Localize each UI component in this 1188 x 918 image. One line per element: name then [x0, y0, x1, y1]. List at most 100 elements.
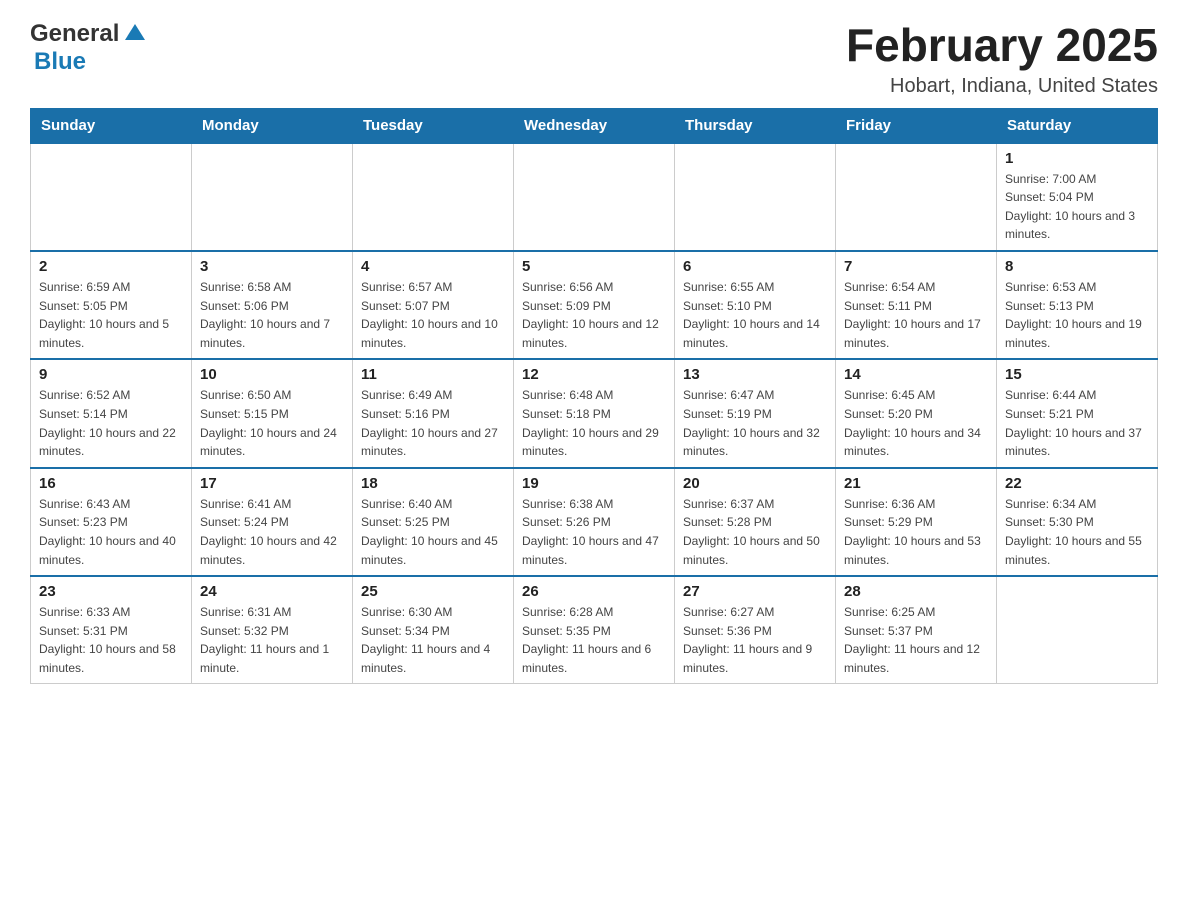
logo-general-text: General: [30, 20, 119, 48]
calendar-cell: 6 Sunrise: 6:55 AMSunset: 5:10 PMDaylight…: [675, 251, 836, 359]
day-number: 12: [522, 366, 666, 383]
day-number: 27: [683, 583, 827, 600]
title-block: February 2025 Hobart, Indiana, United St…: [846, 20, 1158, 98]
calendar-cell: 22 Sunrise: 6:34 AMSunset: 5:30 PMDayligh…: [997, 468, 1158, 576]
calendar-cell: [192, 143, 353, 251]
calendar-cell: 7 Sunrise: 6:54 AMSunset: 5:11 PMDaylight…: [836, 251, 997, 359]
logo-icon: [121, 20, 149, 48]
day-number: 23: [39, 583, 183, 600]
day-info: Sunrise: 7:00 AMSunset: 5:04 PMDaylight:…: [1005, 170, 1149, 244]
day-number: 28: [844, 583, 988, 600]
calendar-cell: 28 Sunrise: 6:25 AMSunset: 5:37 PMDayligh…: [836, 576, 997, 684]
weekday-header-friday: Friday: [836, 108, 997, 143]
page-header: General Blue February 2025 Hobart, India…: [30, 20, 1158, 98]
calendar-week-row: 1Sunrise: 7:00 AMSunset: 5:04 PMDaylight…: [31, 143, 1158, 251]
day-info: Sunrise: 6:49 AMSunset: 5:16 PMDaylight:…: [361, 386, 505, 460]
day-info: Sunrise: 6:40 AMSunset: 5:25 PMDaylight:…: [361, 495, 505, 569]
weekday-header-wednesday: Wednesday: [514, 108, 675, 143]
day-number: 17: [200, 475, 344, 492]
calendar-table: SundayMondayTuesdayWednesdayThursdayFrid…: [30, 108, 1158, 685]
day-info: Sunrise: 6:41 AMSunset: 5:24 PMDaylight:…: [200, 495, 344, 569]
day-info: Sunrise: 6:55 AMSunset: 5:10 PMDaylight:…: [683, 278, 827, 352]
day-info: Sunrise: 6:43 AMSunset: 5:23 PMDaylight:…: [39, 495, 183, 569]
calendar-cell: 12 Sunrise: 6:48 AMSunset: 5:18 PMDayligh…: [514, 359, 675, 467]
day-number: 5: [522, 258, 666, 275]
calendar-cell: 16 Sunrise: 6:43 AMSunset: 5:23 PMDayligh…: [31, 468, 192, 576]
day-number: 26: [522, 583, 666, 600]
day-number: 8: [1005, 258, 1149, 275]
month-title: February 2025: [846, 20, 1158, 71]
day-info: Sunrise: 6:53 AMSunset: 5:13 PMDaylight:…: [1005, 278, 1149, 352]
day-info: Sunrise: 6:31 AMSunset: 5:32 PMDaylight:…: [200, 603, 344, 677]
day-info: Sunrise: 6:45 AMSunset: 5:20 PMDaylight:…: [844, 386, 988, 460]
day-number: 11: [361, 366, 505, 383]
calendar-cell: 8 Sunrise: 6:53 AMSunset: 5:13 PMDaylight…: [997, 251, 1158, 359]
weekday-header-monday: Monday: [192, 108, 353, 143]
logo-blue-text: Blue: [34, 48, 86, 75]
weekday-header-thursday: Thursday: [675, 108, 836, 143]
day-info: Sunrise: 6:30 AMSunset: 5:34 PMDaylight:…: [361, 603, 505, 677]
day-info: Sunrise: 6:56 AMSunset: 5:09 PMDaylight:…: [522, 278, 666, 352]
day-number: 10: [200, 366, 344, 383]
calendar-cell: 10Sunrise: 6:50 AMSunset: 5:15 PMDayligh…: [192, 359, 353, 467]
calendar-cell: [675, 143, 836, 251]
day-number: 6: [683, 258, 827, 275]
day-info: Sunrise: 6:44 AMSunset: 5:21 PMDaylight:…: [1005, 386, 1149, 460]
day-info: Sunrise: 6:57 AMSunset: 5:07 PMDaylight:…: [361, 278, 505, 352]
calendar-cell: 27 Sunrise: 6:27 AMSunset: 5:36 PMDayligh…: [675, 576, 836, 684]
day-info: Sunrise: 6:38 AMSunset: 5:26 PMDaylight:…: [522, 495, 666, 569]
calendar-cell: 23 Sunrise: 6:33 AMSunset: 5:31 PMDayligh…: [31, 576, 192, 684]
day-info: Sunrise: 6:34 AMSunset: 5:30 PMDaylight:…: [1005, 495, 1149, 569]
day-number: 13: [683, 366, 827, 383]
calendar-cell: [31, 143, 192, 251]
calendar-cell: 19Sunrise: 6:38 AMSunset: 5:26 PMDayligh…: [514, 468, 675, 576]
calendar-cell: [514, 143, 675, 251]
day-info: Sunrise: 6:33 AMSunset: 5:31 PMDaylight:…: [39, 603, 183, 677]
weekday-header-tuesday: Tuesday: [353, 108, 514, 143]
day-number: 4: [361, 258, 505, 275]
calendar-cell: 21Sunrise: 6:36 AMSunset: 5:29 PMDayligh…: [836, 468, 997, 576]
calendar-cell: [353, 143, 514, 251]
day-info: Sunrise: 6:58 AMSunset: 5:06 PMDaylight:…: [200, 278, 344, 352]
calendar-cell: 17 Sunrise: 6:41 AMSunset: 5:24 PMDayligh…: [192, 468, 353, 576]
day-number: 7: [844, 258, 988, 275]
calendar-week-row: 2Sunrise: 6:59 AMSunset: 5:05 PMDaylight…: [31, 251, 1158, 359]
calendar-cell: [836, 143, 997, 251]
day-info: Sunrise: 6:47 AMSunset: 5:19 PMDaylight:…: [683, 386, 827, 460]
day-number: 22: [1005, 475, 1149, 492]
calendar-cell: 5 Sunrise: 6:56 AMSunset: 5:09 PMDaylight…: [514, 251, 675, 359]
day-info: Sunrise: 6:28 AMSunset: 5:35 PMDaylight:…: [522, 603, 666, 677]
calendar-cell: 1Sunrise: 7:00 AMSunset: 5:04 PMDaylight…: [997, 143, 1158, 251]
day-info: Sunrise: 6:25 AMSunset: 5:37 PMDaylight:…: [844, 603, 988, 677]
day-number: 9: [39, 366, 183, 383]
calendar-cell: 26 Sunrise: 6:28 AMSunset: 5:35 PMDayligh…: [514, 576, 675, 684]
day-number: 14: [844, 366, 988, 383]
day-number: 20: [683, 475, 827, 492]
calendar-cell: 2Sunrise: 6:59 AMSunset: 5:05 PMDaylight…: [31, 251, 192, 359]
day-number: 18: [361, 475, 505, 492]
day-info: Sunrise: 6:48 AMSunset: 5:18 PMDaylight:…: [522, 386, 666, 460]
day-number: 25: [361, 583, 505, 600]
calendar-cell: 13 Sunrise: 6:47 AMSunset: 5:19 PMDayligh…: [675, 359, 836, 467]
logo: General Blue: [30, 20, 149, 76]
day-info: Sunrise: 6:27 AMSunset: 5:36 PMDaylight:…: [683, 603, 827, 677]
calendar-cell: 24 Sunrise: 6:31 AMSunset: 5:32 PMDayligh…: [192, 576, 353, 684]
day-number: 16: [39, 475, 183, 492]
calendar-cell: [997, 576, 1158, 684]
day-number: 24: [200, 583, 344, 600]
day-info: Sunrise: 6:54 AMSunset: 5:11 PMDaylight:…: [844, 278, 988, 352]
calendar-cell: 9Sunrise: 6:52 AMSunset: 5:14 PMDaylight…: [31, 359, 192, 467]
day-number: 21: [844, 475, 988, 492]
weekday-header-sunday: Sunday: [31, 108, 192, 143]
day-number: 2: [39, 258, 183, 275]
calendar-cell: 4 Sunrise: 6:57 AMSunset: 5:07 PMDaylight…: [353, 251, 514, 359]
location-title: Hobart, Indiana, United States: [846, 75, 1158, 98]
calendar-header-row: SundayMondayTuesdayWednesdayThursdayFrid…: [31, 108, 1158, 143]
calendar-cell: 14 Sunrise: 6:45 AMSunset: 5:20 PMDayligh…: [836, 359, 997, 467]
day-number: 15: [1005, 366, 1149, 383]
calendar-cell: 18 Sunrise: 6:40 AMSunset: 5:25 PMDayligh…: [353, 468, 514, 576]
calendar-week-row: 16 Sunrise: 6:43 AMSunset: 5:23 PMDayligh…: [31, 468, 1158, 576]
calendar-week-row: 23 Sunrise: 6:33 AMSunset: 5:31 PMDayligh…: [31, 576, 1158, 684]
calendar-cell: 11 Sunrise: 6:49 AMSunset: 5:16 PMDayligh…: [353, 359, 514, 467]
day-info: Sunrise: 6:37 AMSunset: 5:28 PMDaylight:…: [683, 495, 827, 569]
